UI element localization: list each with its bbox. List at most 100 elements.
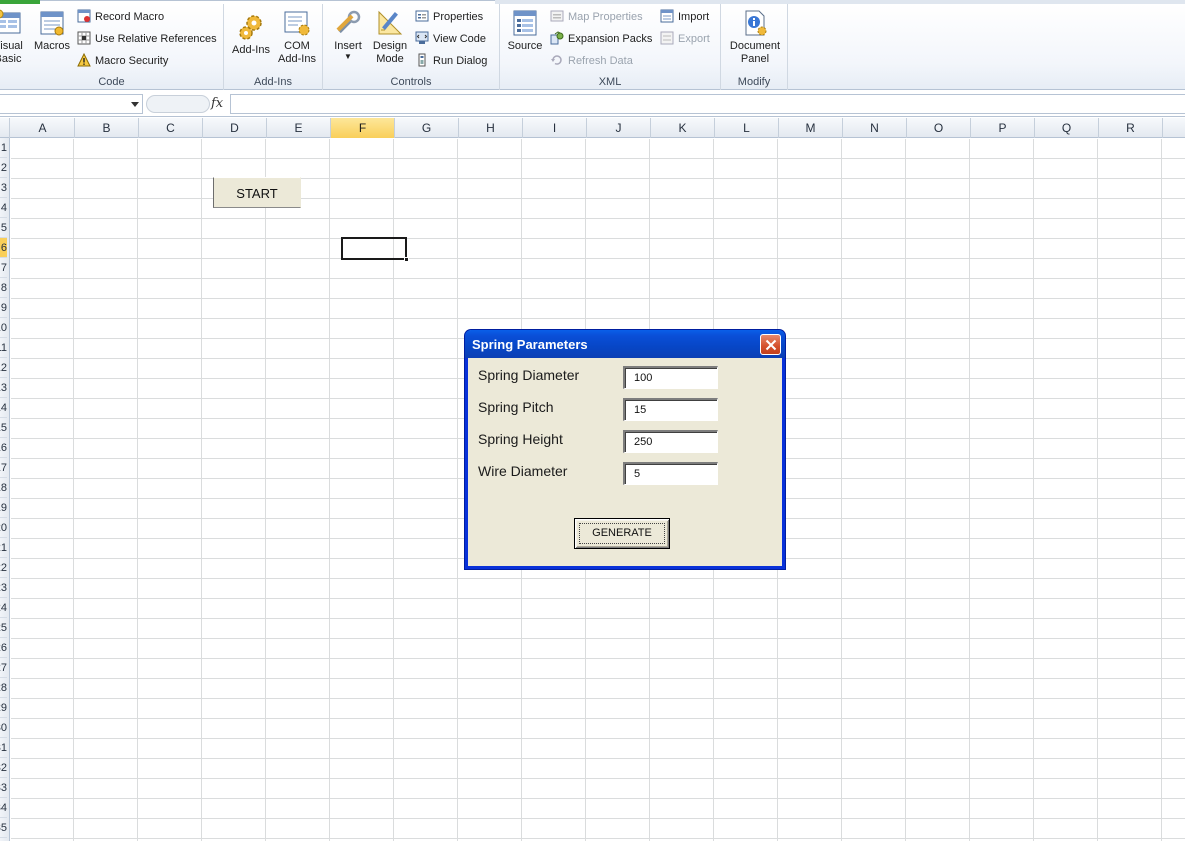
macros-button[interactable]: Macros xyxy=(32,8,72,53)
row-header-19[interactable]: 19 xyxy=(0,498,7,518)
dialog-titlebar[interactable]: Spring Parameters xyxy=(465,330,785,358)
row-header-31[interactable]: 31 xyxy=(0,738,7,758)
column-header-d[interactable]: D xyxy=(203,118,267,138)
export-button[interactable]: Export xyxy=(660,29,710,49)
column-header-q[interactable]: Q xyxy=(1035,118,1099,138)
row-header-22[interactable]: 22 xyxy=(0,558,7,578)
column-header-g[interactable]: G xyxy=(395,118,459,138)
column-header-i[interactable]: I xyxy=(523,118,587,138)
row-header-16[interactable]: 16 xyxy=(0,438,7,458)
name-box[interactable] xyxy=(0,94,143,114)
visual-basic-button[interactable]: Visual Basic xyxy=(0,8,28,66)
column-header-o[interactable]: O xyxy=(907,118,971,138)
field-input[interactable]: 100 xyxy=(623,366,718,389)
column-header-n[interactable]: N xyxy=(843,118,907,138)
column-header-l[interactable]: L xyxy=(715,118,779,138)
row-header-10[interactable]: 10 xyxy=(0,318,7,338)
row-header-5[interactable]: 5 xyxy=(0,218,7,238)
column-header-k[interactable]: K xyxy=(651,118,715,138)
row-header-29[interactable]: 29 xyxy=(0,698,7,718)
select-all-corner[interactable] xyxy=(0,118,10,138)
field-label: Spring Diameter xyxy=(478,367,580,383)
row-header-18[interactable]: 18 xyxy=(0,478,7,498)
column-header-f[interactable]: F xyxy=(331,118,395,138)
view-code-button[interactable]: View Code xyxy=(415,29,486,49)
insert-function-button[interactable]: fx xyxy=(211,96,223,111)
field-input[interactable]: 15 xyxy=(623,398,718,421)
row-header-27[interactable]: 27 xyxy=(0,658,7,678)
column-header-a[interactable]: A xyxy=(11,118,75,138)
row-header-6[interactable]: 6 xyxy=(0,238,7,258)
row-header-28[interactable]: 28 xyxy=(0,678,7,698)
column-header-m[interactable]: M xyxy=(779,118,843,138)
field-input[interactable]: 250 xyxy=(623,430,718,453)
map-properties-button[interactable]: Map Properties xyxy=(550,7,643,27)
row-header-23[interactable]: 23 xyxy=(0,578,7,598)
use-relative-references-button[interactable]: Use Relative References xyxy=(77,29,217,49)
column-header-b[interactable]: B xyxy=(75,118,139,138)
design-mode-button[interactable]: Design Mode xyxy=(370,8,410,66)
row-header-25[interactable]: 25 xyxy=(0,618,7,638)
row-header-1[interactable]: 1 xyxy=(0,138,7,158)
column-header-r[interactable]: R xyxy=(1099,118,1163,138)
properties-button[interactable]: Properties xyxy=(415,7,483,27)
column-header-j[interactable]: J xyxy=(587,118,651,138)
column-header-e[interactable]: E xyxy=(267,118,331,138)
com-add-ins-label-2: Add-Ins xyxy=(278,53,316,65)
add-ins-label: Add-Ins xyxy=(232,44,270,56)
refresh-data-label: Refresh Data xyxy=(568,55,633,67)
row-header-32[interactable]: 32 xyxy=(0,758,7,778)
row-header-34[interactable]: 34 xyxy=(0,798,7,818)
macro-security-button[interactable]: Macro Security xyxy=(77,51,168,71)
insert-controls-button[interactable]: Insert ▼ xyxy=(329,8,367,61)
row-header-15[interactable]: 15 xyxy=(0,418,7,438)
row-header-21[interactable]: 21 xyxy=(0,538,7,558)
row-header-30[interactable]: 30 xyxy=(0,718,7,738)
column-header-h[interactable]: H xyxy=(459,118,523,138)
refresh-data-button[interactable]: Refresh Data xyxy=(550,51,633,71)
name-box-dropdown-icon[interactable] xyxy=(131,102,139,107)
row-header-35[interactable]: 35 xyxy=(0,818,7,838)
properties-label: Properties xyxy=(433,11,484,23)
field-input[interactable]: 5 xyxy=(623,462,718,485)
document-panel-button[interactable]: Document Panel xyxy=(726,8,784,66)
row-header-9[interactable]: 9 xyxy=(0,298,7,318)
row-header-26[interactable]: 26 xyxy=(0,638,7,658)
dialog-close-button[interactable] xyxy=(760,334,781,355)
row-header-13[interactable]: 13 xyxy=(0,378,7,398)
modify-group: Document Panel Modify xyxy=(721,4,788,90)
row-header-14[interactable]: 14 xyxy=(0,398,7,418)
column-header-c[interactable]: C xyxy=(139,118,203,138)
fill-handle[interactable] xyxy=(404,257,409,262)
row-header-33[interactable]: 33 xyxy=(0,778,7,798)
generate-focus-ring xyxy=(579,523,665,544)
expansion-packs-button[interactable]: Expansion Packs xyxy=(550,29,652,49)
source-button[interactable]: Source xyxy=(506,8,544,53)
close-icon xyxy=(765,339,777,351)
row-header-7[interactable]: 7 xyxy=(0,258,7,278)
document-panel-label-1: Document xyxy=(729,40,781,52)
column-header-p[interactable]: P xyxy=(971,118,1035,138)
start-button[interactable]: START xyxy=(213,177,301,208)
add-ins-button[interactable]: Add-Ins xyxy=(229,12,273,57)
row-header-3[interactable]: 3 xyxy=(0,178,7,198)
generate-button[interactable]: GENERATE xyxy=(574,518,670,549)
com-add-ins-button[interactable]: COM Add-Ins xyxy=(276,8,318,66)
visual-basic-label-2: Basic xyxy=(0,53,22,65)
row-header-2[interactable]: 2 xyxy=(0,158,7,178)
row-header-20[interactable]: 20 xyxy=(0,518,7,538)
row-header-17[interactable]: 17 xyxy=(0,458,7,478)
row-header-4[interactable]: 4 xyxy=(0,198,7,218)
row-header-11[interactable]: 11 xyxy=(0,338,7,358)
run-dialog-button[interactable]: Run Dialog xyxy=(415,51,487,71)
row-header-12[interactable]: 12 xyxy=(0,358,7,378)
import-button[interactable]: Import xyxy=(660,7,709,27)
formula-bar-splitter[interactable] xyxy=(146,95,210,113)
active-cell-cursor[interactable] xyxy=(341,237,409,262)
visual-basic-label-1: Visual xyxy=(0,40,23,52)
record-macro-button[interactable]: Record Macro xyxy=(77,7,164,27)
document-panel-label-2: Panel xyxy=(740,53,770,65)
row-header-8[interactable]: 8 xyxy=(0,278,7,298)
row-header-24[interactable]: 24 xyxy=(0,598,7,618)
formula-input[interactable] xyxy=(230,94,1185,114)
